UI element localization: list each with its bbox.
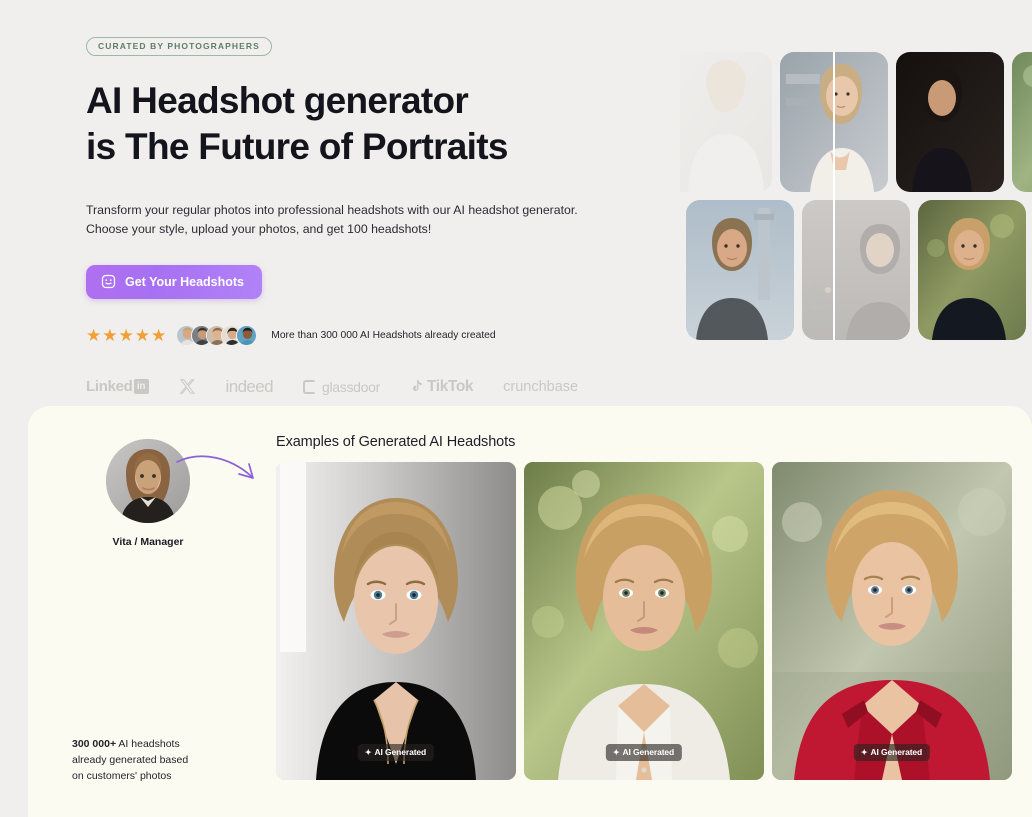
hero-carousel-row-top[interactable]	[680, 52, 1032, 192]
tiktok-note-icon	[413, 379, 422, 391]
stats-block: 300 000+ AI headshots already generated …	[72, 737, 252, 785]
hero-content: CURATED BY PHOTOGRAPHERS AI Headshot gen…	[86, 36, 646, 398]
hero-photo-carousel[interactable]	[680, 52, 1032, 342]
example-headshot-black-blouse[interactable]: ✦ AI Generated	[276, 462, 516, 780]
tiktok-label: TikTok	[427, 377, 474, 395]
eyebrow-badge: CURATED BY PHOTOGRAPHERS	[86, 37, 272, 56]
ai-generated-label: AI Generated	[374, 747, 427, 757]
persona-name-label: Vita / Manager	[112, 536, 184, 548]
glassdoor-logo: glassdoor	[303, 376, 380, 398]
star-icon: ★	[86, 325, 102, 345]
stats-line-1: 300 000+ AI headshots	[72, 737, 252, 753]
linkedin-mark: in	[133, 379, 149, 395]
stats-line-1-rest: AI headshots	[116, 738, 180, 751]
star-rating: ★ ★ ★ ★ ★	[86, 327, 166, 344]
linkedin-label: Linked	[86, 378, 133, 396]
hero-photo-man-blue-sky[interactable]	[686, 200, 794, 340]
social-proof: ★ ★ ★ ★ ★ More than 300 000 AI Headshots…	[86, 324, 646, 346]
carousel-divider	[833, 52, 835, 340]
crunchbase-logo: crunchbase	[503, 376, 578, 398]
hero-subtitle-line-1: Transform your regular photos into profe…	[86, 202, 578, 217]
ai-generated-badge: ✦ AI Generated	[853, 744, 931, 761]
sparkle-icon: ✦	[860, 747, 868, 757]
page-title-line-1: AI Headshot generator	[86, 79, 469, 121]
example-headshot-white-shirt[interactable]: ✦ AI Generated	[524, 462, 764, 780]
linkedin-logo: Linked in	[86, 376, 149, 398]
examples-grid: ✦ AI Generated ✦ AI Generated ✦ AI Gener…	[276, 462, 1012, 780]
star-icon: ★	[102, 325, 118, 345]
example-headshot-red-blazer[interactable]: ✦ AI Generated	[772, 462, 1012, 780]
x-icon	[179, 379, 195, 395]
hero-subtitle-line-2: Choose your style, upload your photos, a…	[86, 221, 432, 236]
ai-generated-badge: ✦ AI Generated	[605, 744, 683, 761]
hero-photo-man-night-city[interactable]	[802, 200, 910, 340]
star-icon: ★	[134, 325, 150, 345]
glassdoor-mark-icon	[303, 379, 316, 394]
cta-label: Get Your Headshots	[125, 274, 245, 289]
stats-number: 300 000+	[72, 738, 117, 751]
hero-photo-man-black-hoodie[interactable]	[918, 200, 1026, 340]
examples-title: Examples of Generated AI Headshots	[276, 434, 516, 450]
hero-photo-woman-blonde-bob[interactable]	[1012, 52, 1032, 192]
reviewer-avatar-5	[236, 324, 258, 346]
star-icon: ★	[151, 325, 167, 345]
hero-photo-woman-white-outfit[interactable]	[680, 52, 772, 192]
curved-arrow-icon	[176, 455, 254, 479]
glassdoor-label: glassdoor	[322, 378, 381, 395]
ai-generated-label: AI Generated	[870, 747, 923, 757]
social-proof-text: More than 300 000 AI Headshots already c…	[271, 329, 496, 341]
page-title-line-2: is The Future of Portraits	[86, 126, 508, 168]
hero-photo-man-dark-jacket[interactable]	[896, 52, 1004, 192]
sparkle-icon: ✦	[612, 747, 620, 757]
indeed-label: indeed	[225, 376, 274, 396]
hero-carousel-row-bottom[interactable]	[686, 200, 1032, 340]
get-your-headshots-button[interactable]: Get Your Headshots	[86, 264, 263, 299]
tiktok-logo: TikTok	[410, 376, 474, 398]
ai-generated-label: AI Generated	[622, 747, 675, 757]
x-logo	[179, 376, 196, 398]
hero-section: CURATED BY PHOTOGRAPHERS AI Headshot gen…	[0, 0, 1032, 406]
sparkle-icon: ✦	[364, 747, 372, 757]
indeed-logo: indeed	[225, 376, 274, 398]
stats-line-2: already generated based	[72, 754, 189, 767]
star-icon: ★	[118, 325, 134, 345]
smiley-face-icon	[100, 274, 116, 290]
page-title: AI Headshot generator is The Future of P…	[86, 78, 646, 171]
press-logo-strip: Linked in indeed glassdoor TikTok crunch…	[86, 376, 646, 398]
reviewer-avatar-stack	[176, 324, 258, 346]
ai-generated-badge: ✦ AI Generated	[357, 744, 435, 761]
crunchbase-label: crunchbase	[503, 378, 579, 395]
hero-subtitle: Transform your regular photos into profe…	[86, 201, 586, 239]
stats-line-3: on customers' photos	[72, 770, 172, 783]
